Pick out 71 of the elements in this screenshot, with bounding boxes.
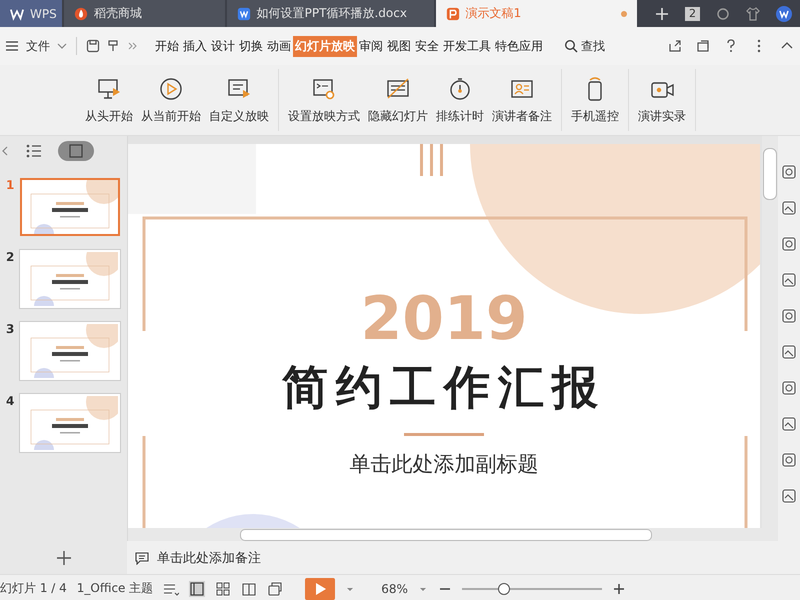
menu-tab[interactable]: 开发工具 [441, 36, 493, 56]
subtitle-placeholder[interactable]: 单击此处添加副标题 [350, 450, 538, 478]
normal-view-icon[interactable] [189, 580, 206, 596]
account-avatar-icon[interactable] [776, 6, 792, 22]
comment-icon [135, 550, 149, 564]
collaborate-icon[interactable] [696, 39, 710, 53]
shirt-icon[interactable] [746, 6, 760, 20]
menu-icon[interactable] [5, 39, 19, 53]
ribbon-button[interactable]: 自定义放映 [206, 69, 272, 131]
document-tab[interactable]: WPS [0, 0, 62, 27]
menu-tab[interactable]: 插入 [181, 36, 209, 56]
list-icon [25, 142, 43, 160]
slide-canvas[interactable]: 2019 简约工作汇报 单击此处添加副标题 [128, 144, 760, 528]
zoom-in-icon[interactable] [612, 582, 626, 596]
more-chevrons-icon[interactable] [128, 41, 138, 51]
save-icon[interactable] [86, 39, 100, 53]
tab-count[interactable]: 2 [685, 6, 700, 20]
search-button[interactable]: 查找 [564, 38, 605, 54]
ribbon-button[interactable]: 隐藏幻灯片 [365, 69, 431, 131]
horizontal-scrollbar[interactable] [128, 528, 778, 541]
document-icon [236, 6, 251, 20]
menu-tab[interactable]: 切换 [237, 36, 265, 56]
ribbon-button[interactable]: 从头开始 [82, 69, 136, 131]
thumbnail-view-button[interactable] [58, 141, 94, 161]
slide-number: 1 [6, 178, 14, 192]
reading-view-icon[interactable] [241, 580, 258, 596]
slide-year-text: 2019 [360, 289, 528, 349]
grid-view-icon[interactable] [215, 580, 232, 596]
menu-tab[interactable]: 动画 [265, 36, 293, 56]
hidden-slide-icon [385, 76, 411, 102]
plus-icon [56, 550, 72, 566]
square-icon [68, 143, 84, 159]
ribbon-button[interactable]: 手机遥控 [568, 69, 622, 131]
menu-tab[interactable]: 特色应用 [493, 36, 545, 56]
presenter-view-icon[interactable] [267, 580, 284, 596]
vertical-bars-shape [420, 144, 444, 176]
new-tab-icon[interactable] [655, 6, 669, 20]
slide-number: 3 [6, 322, 14, 336]
play-icon [313, 582, 328, 596]
ribbon-button[interactable]: 设置放映方式 [285, 69, 363, 131]
zoom-slider[interactable] [462, 582, 602, 596]
ribbon-button[interactable]: 从当前开始 [138, 69, 204, 131]
zoom-percentage[interactable]: 68% [381, 582, 408, 596]
menu-tab[interactable]: 安全 [413, 36, 441, 56]
notes-field[interactable]: 单击此处添加备注 [127, 541, 800, 574]
slide-counter: 幻灯片 1 / 4 [0, 580, 67, 597]
theme-name: 1_Office 主题 [76, 580, 154, 597]
menu-tab[interactable]: 设计 [209, 36, 237, 56]
unsaved-dot [621, 10, 627, 16]
slide-number: 2 [6, 250, 14, 264]
slide-title: 简约工作汇报 [282, 359, 606, 415]
play-circle-icon [158, 76, 184, 102]
vertical-scrollbar[interactable] [762, 136, 778, 528]
search-icon [564, 39, 578, 53]
presentation-icon [446, 6, 460, 20]
slide-number: 4 [6, 394, 14, 408]
menu-tab[interactable]: 审阅 [357, 36, 385, 56]
file-menu[interactable]: 文件 [26, 38, 50, 54]
flame-icon [74, 6, 88, 20]
chevron-down-icon[interactable] [57, 41, 67, 51]
wps-logo-icon [10, 6, 24, 20]
document-tab[interactable]: 如何设置PPT循环播放.docx [226, 0, 434, 27]
menu-tab[interactable]: 开始 [153, 36, 181, 56]
ribbon-button[interactable]: 演讲者备注 [489, 69, 555, 131]
play-slideshow-button[interactable] [305, 578, 336, 600]
collapse-panel-icon[interactable] [0, 146, 10, 156]
ribbon-button[interactable]: 演讲实录 [635, 69, 689, 131]
ribbon-button[interactable]: 排练计时 [433, 69, 487, 131]
zoom-slider-thumb[interactable] [498, 582, 510, 594]
document-tab[interactable]: 稻壳商城 [64, 0, 225, 27]
menu-tab[interactable]: 视图 [385, 36, 413, 56]
